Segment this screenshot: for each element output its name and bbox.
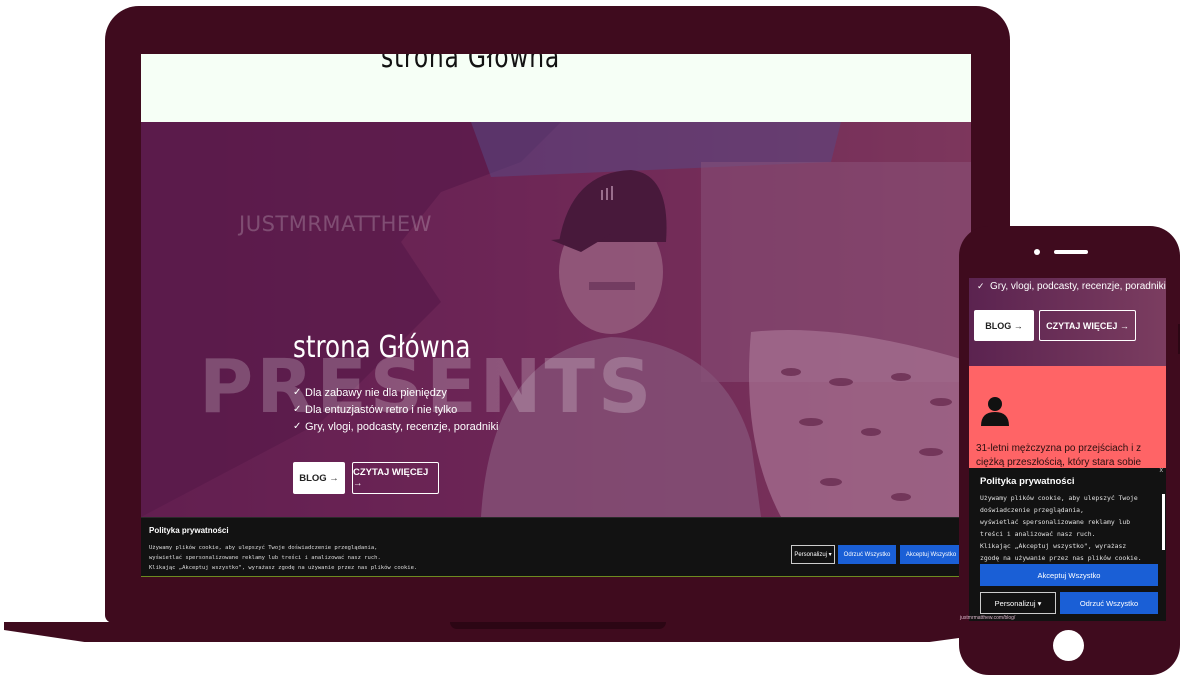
personalize-button[interactable]: Personalizuj ▾ — [791, 545, 835, 564]
user-icon — [981, 397, 1009, 426]
cookie-consent-bar: Polityka prywatności Używamy plików cook… — [141, 517, 971, 577]
phone-cookie-dialog: x Polityka prywatności Używamy plików co… — [969, 467, 1166, 621]
phone-camera — [1034, 249, 1040, 255]
check-icon: ✓ — [293, 387, 302, 398]
check-icon: ✓ — [977, 280, 985, 291]
reject-all-button[interactable]: Odrzuć Wszystko — [838, 545, 896, 564]
hero-color-overlay — [141, 122, 971, 517]
cookie-text: Używamy plików cookie, aby ulepszyć Twoj… — [980, 494, 1142, 562]
laptop-hinge-notch — [450, 622, 666, 629]
status-url: justmrmatthew.com/blog/ — [960, 615, 1016, 621]
list-item: ✓ Gry, vlogi, podcasty, recenzje, poradni… — [977, 278, 1166, 294]
phone-blog-button[interactable]: BLOG → — [974, 310, 1034, 341]
scrollbar[interactable] — [1162, 494, 1165, 550]
phone-read-more-button[interactable]: CZYTAJ WIĘCEJ → — [1039, 310, 1136, 341]
list-item-text: Dla zabawy nie dla pieniędzy — [305, 386, 447, 399]
close-icon[interactable]: x — [1160, 467, 1164, 474]
check-icon: ✓ — [293, 421, 302, 432]
list-item-text: Gry, vlogi, podcasty, recenzje, poradnik… — [990, 280, 1166, 292]
phone-speaker — [1054, 250, 1088, 254]
hero-kicker: JUSTMRMATTHEW — [239, 212, 432, 236]
cookie-title: Polityka prywatności — [149, 526, 229, 535]
check-icon: ✓ — [293, 404, 302, 415]
cookie-text: Używamy plików cookie, aby ulepszyć Twoj… — [149, 545, 418, 571]
accept-all-button[interactable]: Akceptuj Wszystko — [980, 564, 1158, 586]
list-item: ✓ Dla entuzjastów retro i nie tylko — [293, 401, 498, 418]
hero-title: strona Główna — [293, 330, 471, 365]
accept-all-button[interactable]: Akceptuj Wszystko — [900, 545, 962, 564]
phone-home-button — [1053, 630, 1084, 661]
list-item: ✓ Gry, vlogi, podcasty, recenzje, poradni… — [293, 418, 498, 435]
reject-all-button[interactable]: Odrzuć Wszystko — [1060, 592, 1158, 614]
list-item-text: Gry, vlogi, podcasty, recenzje, poradnik… — [305, 420, 499, 433]
hero-section: JUSTMRMATTHEW PRESENTS strona Główna ✓ Dl… — [141, 122, 971, 517]
list-item-text: Dla entuzjastów retro i nie tylko — [305, 403, 458, 416]
personalize-button[interactable]: Personalizuj ▾ — [980, 592, 1056, 614]
phone-screen: ✓ Gry, vlogi, podcasty, recenzje, poradni… — [969, 278, 1166, 621]
cookie-title: Polityka prywatności — [980, 476, 1075, 487]
header-page-title: strona Główna — [381, 54, 560, 75]
list-item: ✓ Dla zabawy nie dla pieniędzy — [293, 384, 498, 401]
cookie-bar-divider — [141, 576, 971, 577]
device-mockup-stage: strona Główna JUSTMRMATTHEW PRESENTS str… — [0, 0, 1180, 675]
blog-button[interactable]: BLOG → — [293, 462, 345, 494]
phone-hero-section: ✓ Gry, vlogi, podcasty, recenzje, poradni… — [969, 278, 1166, 366]
phone-frame: ✓ Gry, vlogi, podcasty, recenzje, poradni… — [959, 226, 1180, 675]
laptop-screen: strona Główna JUSTMRMATTHEW PRESENTS str… — [141, 54, 971, 577]
author-card: 31-letni mężczyzna po przejściach i z ci… — [969, 366, 1166, 482]
hero-feature-list: ✓ Dla zabawy nie dla pieniędzy ✓ Dla entuz… — [293, 384, 498, 435]
read-more-button[interactable]: CZYTAJ WIĘCEJ → — [352, 462, 439, 494]
site-header: strona Główna — [141, 54, 971, 122]
